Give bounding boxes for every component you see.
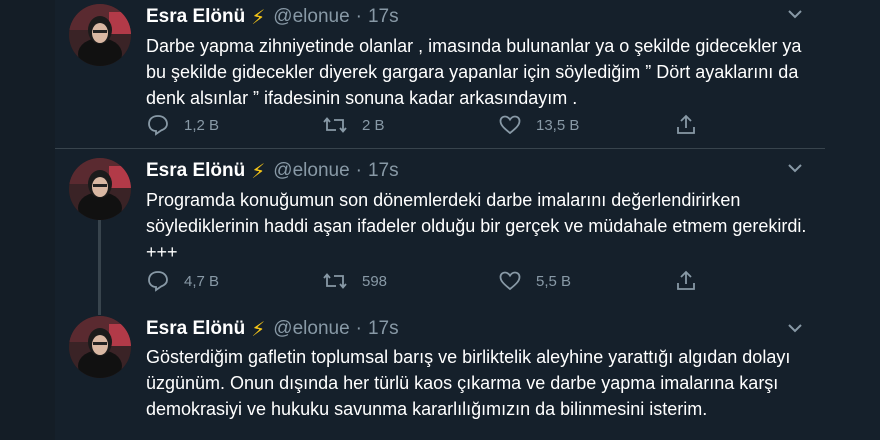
heart-icon xyxy=(499,271,521,291)
share-icon xyxy=(677,114,695,134)
tweet[interactable]: Esra Elönü ⚡ @elonue · 17s Gösterdiğim g… xyxy=(55,308,825,440)
display-name[interactable]: Esra Elönü xyxy=(146,160,245,182)
user-handle[interactable]: @elonue xyxy=(273,6,349,28)
reply-button[interactable]: 4,7 B xyxy=(146,269,219,293)
tweet-text: Gösterdiğim gafletin toplumsal barış ve … xyxy=(146,347,791,419)
chevron-down-icon[interactable] xyxy=(785,318,805,338)
tweet-actions: 1,2 B 2 B 13,5 B xyxy=(146,113,746,137)
timeline: Esra Elönü ⚡ @elonue · 17s Darbe yapma z… xyxy=(0,0,880,440)
share-button[interactable] xyxy=(674,113,712,137)
lightning-icon: ⚡ xyxy=(251,318,266,341)
user-handle[interactable]: @elonue xyxy=(273,160,349,182)
share-button[interactable] xyxy=(674,269,712,293)
like-button[interactable]: 5,5 B xyxy=(498,269,571,293)
thread-line xyxy=(98,219,101,315)
tweet-header: Esra Elönü ⚡ @elonue · 17s xyxy=(146,160,399,183)
lightning-icon: ⚡ xyxy=(251,6,266,29)
like-count: 5,5 B xyxy=(536,272,572,290)
separator: · xyxy=(355,6,362,27)
separator: · xyxy=(355,160,362,181)
retweet-button[interactable]: 2 B xyxy=(322,113,385,137)
user-handle[interactable]: @elonue xyxy=(273,318,349,340)
avatar[interactable] xyxy=(69,4,131,66)
like-button[interactable]: 13,5 B xyxy=(498,113,579,137)
lightning-icon: ⚡ xyxy=(251,160,266,183)
timestamp[interactable]: 17s xyxy=(368,318,399,340)
separator: · xyxy=(355,318,362,339)
heart-icon xyxy=(499,115,521,135)
retweet-count: 598 xyxy=(362,272,388,290)
timestamp[interactable]: 17s xyxy=(368,6,399,28)
chevron-down-icon[interactable] xyxy=(785,158,805,178)
left-gutter xyxy=(0,0,55,440)
like-count: 13,5 B xyxy=(536,116,580,134)
reply-count: 4,7 B xyxy=(184,272,220,290)
timestamp[interactable]: 17s xyxy=(368,160,399,182)
tweet-text: Darbe yapma zihniyetinde olanlar , iması… xyxy=(146,36,802,108)
avatar[interactable] xyxy=(69,316,131,378)
share-icon xyxy=(677,270,695,290)
tweet-actions: 4,7 B 598 5,5 B xyxy=(146,269,746,293)
tweet[interactable]: Esra Elönü ⚡ @elonue · 17s Programda kon… xyxy=(55,149,825,315)
chevron-down-icon[interactable] xyxy=(785,4,805,24)
retweet-icon xyxy=(323,273,347,289)
reply-button[interactable]: 1,2 B xyxy=(146,113,219,137)
reply-icon xyxy=(148,115,168,136)
tweet-header: Esra Elönü ⚡ @elonue · 17s xyxy=(146,318,399,341)
tweet-header: Esra Elönü ⚡ @elonue · 17s xyxy=(146,6,399,29)
reply-icon xyxy=(148,271,168,292)
retweet-button[interactable]: 598 xyxy=(322,269,387,293)
display-name[interactable]: Esra Elönü xyxy=(146,318,245,340)
tweet-text: Programda konuğumun son dönemlerdeki dar… xyxy=(146,190,807,262)
retweet-count: 2 B xyxy=(362,116,385,134)
retweet-icon xyxy=(323,117,347,133)
reply-count: 1,2 B xyxy=(184,116,220,134)
tweet[interactable]: Esra Elönü ⚡ @elonue · 17s Darbe yapma z… xyxy=(55,0,825,148)
display-name[interactable]: Esra Elönü xyxy=(146,6,245,28)
avatar[interactable] xyxy=(69,158,131,220)
